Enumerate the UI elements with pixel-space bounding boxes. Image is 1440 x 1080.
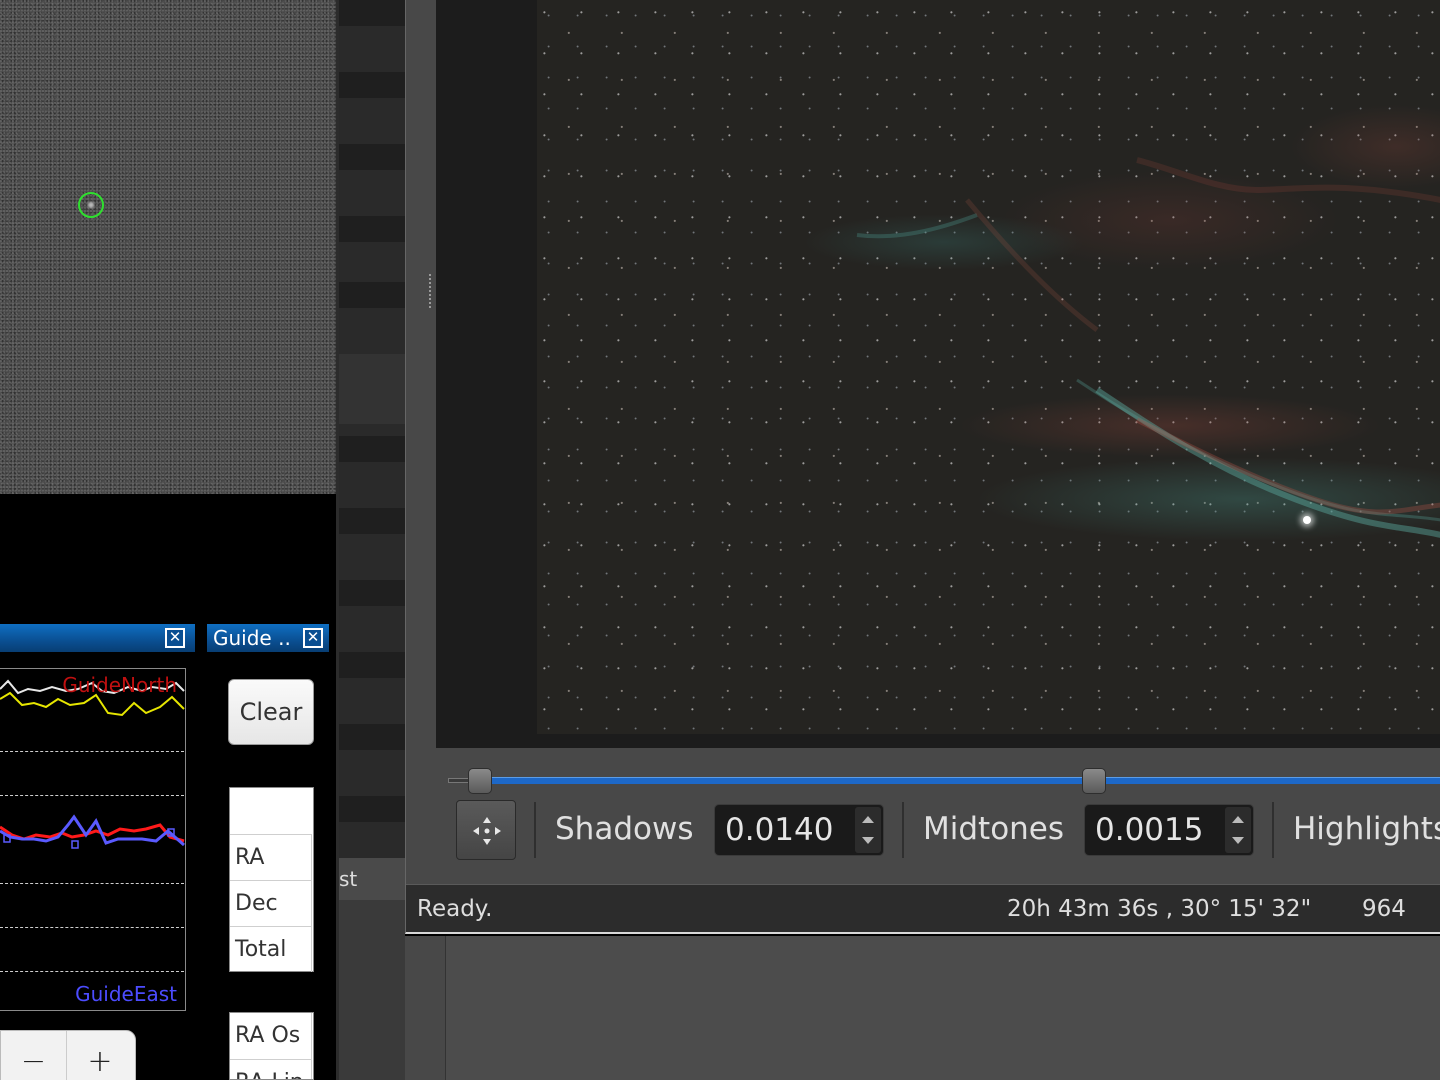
stats-row-ra: RA [230, 834, 312, 880]
stats-row-ra-lin: RA Lin [230, 1059, 312, 1079]
zoom-in-button[interactable]: + [67, 1031, 133, 1080]
close-icon[interactable]: ✕ [303, 628, 323, 648]
move-icon [473, 817, 501, 845]
spin-up-icon[interactable] [862, 816, 874, 823]
drift-panel-titlebar[interactable]: ✕ [0, 624, 195, 652]
legend-guide-east: GuideEast [75, 982, 177, 1006]
splitter-handle[interactable] [429, 274, 435, 308]
bright-star [1303, 516, 1311, 524]
stats-row-total: Total [230, 926, 312, 972]
stf-histogram-slider[interactable] [448, 764, 1440, 798]
slider-track-active [488, 777, 1440, 784]
pan-tool-button[interactable] [456, 800, 516, 860]
shadows-slider-handle[interactable] [468, 768, 492, 794]
stats-table-secondary: RA Os RA Lin [229, 1012, 314, 1080]
drift-graph-panel: ✕ GuideNorth GuideEast − + [0, 612, 195, 1080]
toolbar-separator [902, 802, 904, 858]
spin-up-icon[interactable] [1232, 816, 1244, 823]
midtones-spin-arrows[interactable] [1225, 807, 1251, 853]
zoom-out-button[interactable]: − [1, 1031, 67, 1080]
stats-row-dec: Dec [230, 880, 312, 926]
viewer-lower-area [405, 936, 1440, 1080]
midtones-slider-handle[interactable] [1082, 768, 1106, 794]
spin-down-icon[interactable] [862, 837, 874, 844]
stats-panel-titlebar[interactable]: Guide .. ✕ [207, 624, 329, 652]
stats-row-ra-osc: RA Os [230, 1013, 312, 1059]
clear-button[interactable]: Clear [228, 679, 314, 745]
midtones-value[interactable]: 0.0015 [1095, 807, 1203, 853]
guide-image-background [0, 494, 336, 612]
status-message: Ready. [417, 896, 493, 922]
pixel-value: 964 [1362, 896, 1406, 922]
graph-zoom-controls: − + [0, 1030, 136, 1080]
drift-graph: GuideNorth GuideEast [0, 668, 186, 1011]
guide-stats-panel: Guide .. ✕ Clear RA Dec Total RA Os RA L… [207, 612, 336, 1080]
astro-image[interactable] [537, 0, 1440, 734]
toolbar-separator [1272, 802, 1274, 858]
guide-star-marker [78, 192, 104, 218]
status-bar: Ready. 20h 43m 36s , 30° 15' 32" 964 [406, 884, 1440, 932]
shadows-label: Shadows [555, 811, 694, 847]
midtones-label: Midtones [923, 811, 1065, 847]
legend-guide-north: GuideNorth [62, 673, 177, 697]
guide-camera-image[interactable] [0, 0, 336, 494]
spin-down-icon[interactable] [1232, 837, 1244, 844]
cursor-coordinates: 20h 43m 36s , 30° 15' 32" [1007, 896, 1312, 922]
viewer-lower-pane [445, 936, 1440, 1080]
drift-graph-traces [0, 679, 185, 849]
viewer-canvas [436, 0, 1440, 748]
shadows-spinbox[interactable]: 0.0140 [714, 804, 884, 856]
background-window-lower: st [339, 858, 405, 1080]
close-icon[interactable]: ✕ [165, 628, 185, 648]
shadows-value[interactable]: 0.0140 [725, 807, 833, 853]
stf-toolbar: Shadows 0.0140 Midtones 0.0015 Highlight… [456, 800, 1440, 862]
nebula-filaments [856, 157, 1440, 538]
background-window-tab[interactable]: st [339, 858, 405, 900]
stats-table: RA Dec Total [229, 787, 314, 972]
shadows-spin-arrows[interactable] [855, 807, 881, 853]
highlights-label: Highlights [1293, 811, 1440, 847]
image-viewer-window: Shadows 0.0140 Midtones 0.0015 Highlight… [405, 0, 1440, 934]
stats-panel-title: Guide .. [213, 626, 291, 650]
toolbar-separator [534, 802, 536, 858]
midtones-spinbox[interactable]: 0.0015 [1084, 804, 1254, 856]
